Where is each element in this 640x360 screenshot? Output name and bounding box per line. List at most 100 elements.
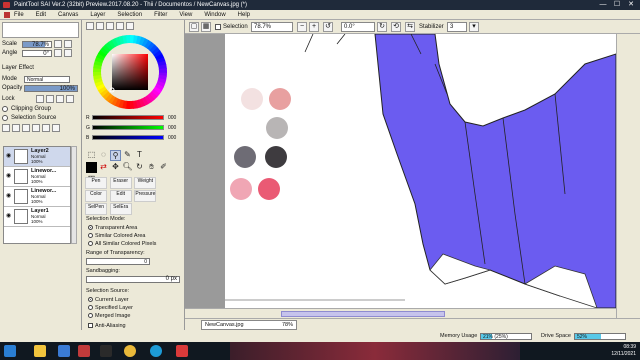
selection-checkbox[interactable]: [215, 24, 221, 30]
horizontal-scroll-thumb[interactable]: [281, 311, 445, 317]
angle-slider[interactable]: 0°: [22, 50, 52, 57]
sandbagging-slider[interactable]: 0 px: [86, 276, 180, 283]
mode-option-similar[interactable]: Similar Colored Area: [88, 232, 145, 240]
layer-item[interactable]: ◉ Layer2 Normal 100%: [4, 147, 70, 167]
brush-weight[interactable]: Weight: [134, 177, 157, 189]
source-option-specified[interactable]: Specified Layer: [88, 304, 133, 312]
brush-pressure[interactable]: Pressure: [134, 190, 157, 202]
hsv-slider-tab-icon[interactable]: [106, 22, 114, 30]
scale-slider[interactable]: 78.7%: [22, 41, 52, 48]
lock-move-icon[interactable]: [46, 95, 54, 103]
eye-icon[interactable]: ◉: [6, 192, 12, 200]
file-explorer-icon[interactable]: [34, 345, 46, 357]
lock-paint-icon[interactable]: [56, 95, 64, 103]
layer-effect-header[interactable]: Layer Effect: [2, 64, 79, 73]
blue-bar[interactable]: [92, 135, 164, 140]
hand-icon[interactable]: ✋︎: [146, 162, 157, 173]
store-icon[interactable]: [58, 345, 70, 357]
rotate-reset-icon[interactable]: ⟲: [391, 22, 401, 32]
blend-mode-select[interactable]: Normal: [24, 76, 70, 83]
flip-icon[interactable]: ⇆: [405, 22, 415, 32]
green-bar[interactable]: [92, 125, 164, 130]
clipping-group-row[interactable]: Clipping Group: [2, 105, 79, 114]
eye-icon[interactable]: ◉: [6, 152, 12, 160]
menu-layer[interactable]: Layer: [84, 10, 111, 19]
lock-pixels-icon[interactable]: [36, 95, 44, 103]
mode-option-all-similar[interactable]: All Similar Colored Pixels: [88, 240, 156, 248]
stabilizer-field[interactable]: 3: [447, 22, 467, 32]
color-wheel[interactable]: [92, 34, 168, 110]
menu-canvas[interactable]: Canvas: [52, 10, 84, 19]
lasso-icon[interactable]: ◌: [98, 150, 109, 161]
angle-minus-icon[interactable]: [54, 49, 62, 57]
rotate-left-icon[interactable]: ↺: [323, 22, 333, 32]
stabilizer-dropdown-icon[interactable]: ▾: [469, 22, 479, 32]
menu-file[interactable]: File: [2, 10, 30, 19]
painttool-sai-icon[interactable]: [176, 345, 188, 357]
green-slider[interactable]: G 000: [86, 124, 180, 132]
red-slider[interactable]: R 000: [86, 114, 180, 122]
drawing-canvas[interactable]: [225, 34, 616, 308]
layer-list-scrollbar[interactable]: [71, 146, 77, 244]
menu-view[interactable]: View: [173, 10, 198, 19]
color-wheel-tab-icon[interactable]: [86, 22, 94, 30]
radio-icon[interactable]: [88, 225, 93, 230]
merge-layer-icon[interactable]: [32, 124, 40, 132]
menu-window[interactable]: Window: [198, 10, 231, 19]
opacity-slider[interactable]: 100%: [24, 85, 78, 92]
layer-item[interactable]: ◉ Linewor... Normal 100%: [4, 187, 70, 207]
radio-icon[interactable]: [88, 233, 93, 238]
radio-icon[interactable]: [88, 305, 93, 310]
primary-color-swatch[interactable]: [86, 162, 97, 173]
mode-option-transparent[interactable]: Transparent Area: [88, 224, 137, 232]
blue-slider[interactable]: B 000: [86, 134, 180, 142]
new-icon[interactable]: ▢: [189, 22, 199, 32]
lock-alpha-icon[interactable]: [66, 95, 74, 103]
selection-source-checkbox[interactable]: [2, 115, 8, 121]
brush-eraser[interactable]: Eraser: [109, 177, 132, 189]
delete-layer-icon[interactable]: [52, 124, 60, 132]
layer-item[interactable]: ◉ Linewor... Normal 100%: [4, 167, 70, 187]
horizontal-scrollbar[interactable]: [185, 308, 616, 318]
minimize-button[interactable]: —: [596, 0, 610, 10]
magic-wand-icon[interactable]: ⚲: [110, 150, 121, 161]
copy-layer-icon[interactable]: [22, 124, 30, 132]
move-icon[interactable]: ✥: [110, 162, 121, 173]
app-icon-red[interactable]: [78, 345, 90, 357]
range-field[interactable]: 0: [86, 258, 150, 265]
menu-edit[interactable]: Edit: [30, 10, 52, 19]
rect-select-icon[interactable]: ⬚: [86, 150, 97, 161]
brush-pen[interactable]: Pen: [85, 177, 107, 189]
chrome-icon[interactable]: [124, 345, 136, 357]
menu-selection[interactable]: Selection: [111, 10, 148, 19]
edge-icon[interactable]: [150, 345, 162, 357]
brush-selpen[interactable]: SelPen: [85, 203, 107, 215]
zoom-field[interactable]: 78.7%: [251, 22, 293, 32]
eye-icon[interactable]: ◉: [6, 172, 12, 180]
maximize-button[interactable]: ☐: [610, 0, 624, 10]
brush-edit[interactable]: Edit: [109, 190, 132, 202]
clipping-group-checkbox[interactable]: [2, 106, 8, 112]
camera-icon[interactable]: [100, 345, 112, 357]
rotation-field[interactable]: 0.0°: [341, 22, 375, 32]
zoom-in-icon[interactable]: +: [309, 22, 319, 32]
scale-plus-icon[interactable]: [64, 40, 72, 48]
new-layer-icon[interactable]: [2, 124, 10, 132]
pen-icon[interactable]: ✎: [122, 150, 133, 161]
anti-aliasing-row[interactable]: Anti-Aliasing: [88, 322, 126, 330]
zoom-out-icon[interactable]: −: [297, 22, 307, 32]
scale-minus-icon[interactable]: [54, 40, 62, 48]
document-tab[interactable]: NewCanvas.jpg 78%: [201, 320, 297, 330]
close-button[interactable]: ✕: [624, 0, 638, 10]
clear-layer-icon[interactable]: [42, 124, 50, 132]
source-option-merged[interactable]: Merged Image: [88, 312, 130, 320]
radio-icon[interactable]: [88, 297, 93, 302]
angle-plus-icon[interactable]: [64, 49, 72, 57]
menu-help[interactable]: Help: [232, 10, 256, 19]
radio-icon[interactable]: [88, 313, 93, 318]
red-bar[interactable]: [92, 115, 164, 120]
vertical-scrollbar[interactable]: [616, 34, 640, 318]
text-icon[interactable]: T: [134, 150, 145, 161]
brush-selera[interactable]: SelEra: [109, 203, 132, 215]
eyedropper-icon[interactable]: ✐: [158, 162, 169, 173]
